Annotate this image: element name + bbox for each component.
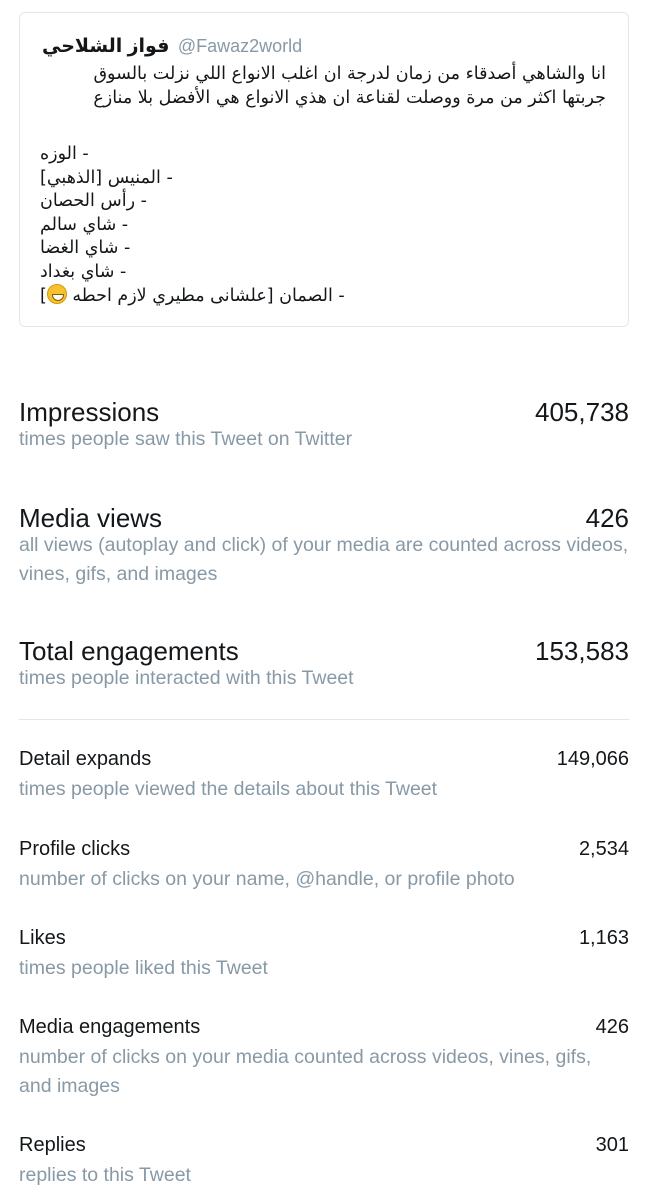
- tweet-list-item: - المنيس [الذهبي]: [40, 167, 173, 188]
- tweet-text-line: انا والشاهي أصدقاء من زمان لدرجة ان اغلب…: [93, 64, 606, 84]
- metric-label: Replies: [19, 1134, 86, 1156]
- metric-description: times people saw this Tweet on Twitter: [19, 428, 353, 450]
- grinning-face-icon: [46, 284, 67, 304]
- metric-label: Likes: [19, 927, 66, 949]
- tweet-text: انا والشاهي أصدقاء من زمان لدرجة ان اغلب…: [40, 63, 606, 110]
- metric-description: number of clicks on your name, @handle, …: [19, 868, 515, 890]
- tweet-list-item: - رأس الحصان: [40, 191, 147, 211]
- metric-value: 301: [595, 1134, 629, 1156]
- metric-description: times people liked this Tweet: [19, 957, 268, 979]
- metric-value: 153,583: [535, 636, 629, 666]
- metric-label: Impressions: [19, 397, 160, 427]
- tweet-text-line: جربتها اكثر من مرة ووصلت لقناعة ان هذي ا…: [93, 87, 606, 108]
- author-name[interactable]: فواز الشلاحي: [42, 36, 169, 57]
- tweet-list: - الوزه - المنيس [الذهبي] - رأس الحصان -…: [40, 143, 345, 309]
- metric-value: 426: [595, 1016, 629, 1038]
- metric-description: times people viewed the details about th…: [19, 778, 438, 800]
- metric-description: replies to this Tweet: [19, 1164, 191, 1186]
- tweet-card[interactable]: فواز الشلاحي @Fawaz2world انا والشاهي أص…: [19, 12, 629, 327]
- metric-label: Total engagements: [19, 636, 239, 666]
- metric-value: 426: [585, 503, 629, 533]
- tweet-list-item: - الوزه: [40, 144, 89, 164]
- tweet-list-item-bracket: ]: [40, 286, 47, 306]
- author-handle[interactable]: @Fawaz2world: [178, 36, 302, 56]
- metric-value: 1,163: [578, 927, 629, 949]
- metric-description: times people interacted with this Tweet: [19, 667, 354, 689]
- metric-value: 149,066: [556, 748, 629, 770]
- tweet-list-item: - شاي الغضا: [40, 238, 131, 258]
- metric-label: Detail expands: [19, 748, 152, 770]
- metric-label: Media engagements: [19, 1016, 201, 1038]
- section-divider: [19, 719, 629, 720]
- metric-value: 405,738: [535, 397, 629, 427]
- metric-description: number of clicks on your media counted a…: [19, 1046, 592, 1097]
- tweet-list-item-last: - الصمان [علشانى مطيري لازم احطه ]: [40, 284, 345, 309]
- tweet-list-item-text: - الصمان [علشانى مطيري لازم احطه: [72, 286, 345, 306]
- tweet-list-item: - شاي سالم: [40, 214, 129, 235]
- tweet-list-item: - شاي بغداد: [40, 261, 127, 282]
- tweet-header: فواز الشلاحي @Fawaz2world: [42, 35, 302, 58]
- metric-label: Profile clicks: [19, 838, 131, 860]
- metric-label: Media views: [19, 503, 163, 533]
- metric-description: all views (autoplay and click) of your m…: [19, 534, 629, 585]
- metric-value: 2,534: [578, 838, 629, 860]
